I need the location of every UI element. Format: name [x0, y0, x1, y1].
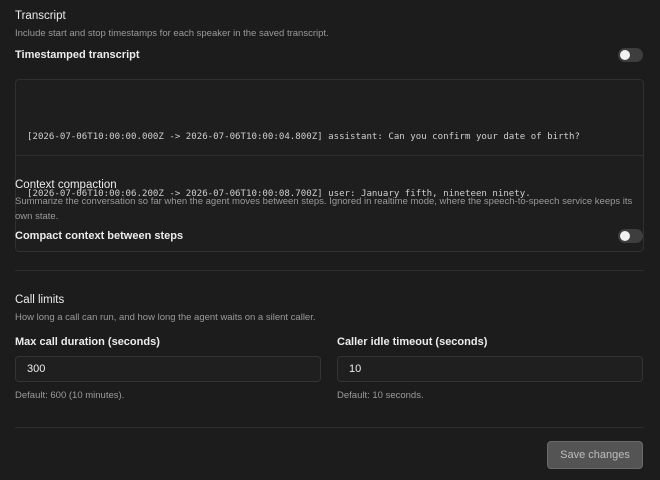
timestamped-transcript-row: Timestamped transcript — [15, 48, 644, 62]
compaction-description: Summarize the conversation so far when t… — [15, 196, 633, 222]
caller-idle-timeout-input[interactable]: 10 — [337, 356, 643, 382]
timestamped-transcript-toggle[interactable] — [618, 48, 643, 62]
compaction-section: Context compaction Summarize the convers… — [15, 178, 644, 243]
max-call-duration-hint: Default: 600 (10 minutes). — [15, 390, 125, 401]
toggle-knob — [620, 50, 630, 60]
call-limits-section: Call limits How long a call can run, and… — [15, 293, 643, 401]
save-changes-button[interactable]: Save changes — [547, 441, 643, 469]
transcript-description: Include start and stop timestamps for ea… — [15, 28, 329, 39]
section-divider — [15, 155, 644, 156]
max-call-duration-input[interactable]: 300 — [15, 356, 321, 382]
max-call-duration-label: Max call duration (seconds) — [15, 336, 160, 348]
timestamped-transcript-label: Timestamped transcript — [15, 49, 140, 61]
caller-idle-timeout-label: Caller idle timeout (seconds) — [337, 336, 488, 348]
compact-context-label: Compact context between steps — [15, 230, 184, 242]
transcript-line: [2026-07-06T10:00:00.000Z -> 2026-07-06T… — [27, 132, 580, 142]
compact-context-row: Compact context between steps — [15, 229, 644, 243]
section-divider — [15, 427, 644, 428]
call-limits-title: Call limits — [15, 294, 65, 306]
call-limits-description: How long a call can run, and how long th… — [15, 312, 316, 323]
section-divider — [15, 270, 644, 271]
caller-idle-timeout-hint: Default: 10 seconds. — [337, 390, 424, 401]
settings-page: Transcript Include start and stop timest… — [0, 0, 660, 480]
max-call-duration-field: Max call duration (seconds) 300 Default:… — [15, 336, 321, 401]
call-limits-fields: Max call duration (seconds) 300 Default:… — [15, 336, 643, 401]
toggle-knob — [620, 231, 630, 241]
compact-context-toggle[interactable] — [618, 229, 643, 243]
transcript-title: Transcript — [15, 10, 66, 22]
caller-idle-timeout-field: Caller idle timeout (seconds) 10 Default… — [337, 336, 643, 401]
compaction-title: Context compaction — [15, 179, 117, 191]
